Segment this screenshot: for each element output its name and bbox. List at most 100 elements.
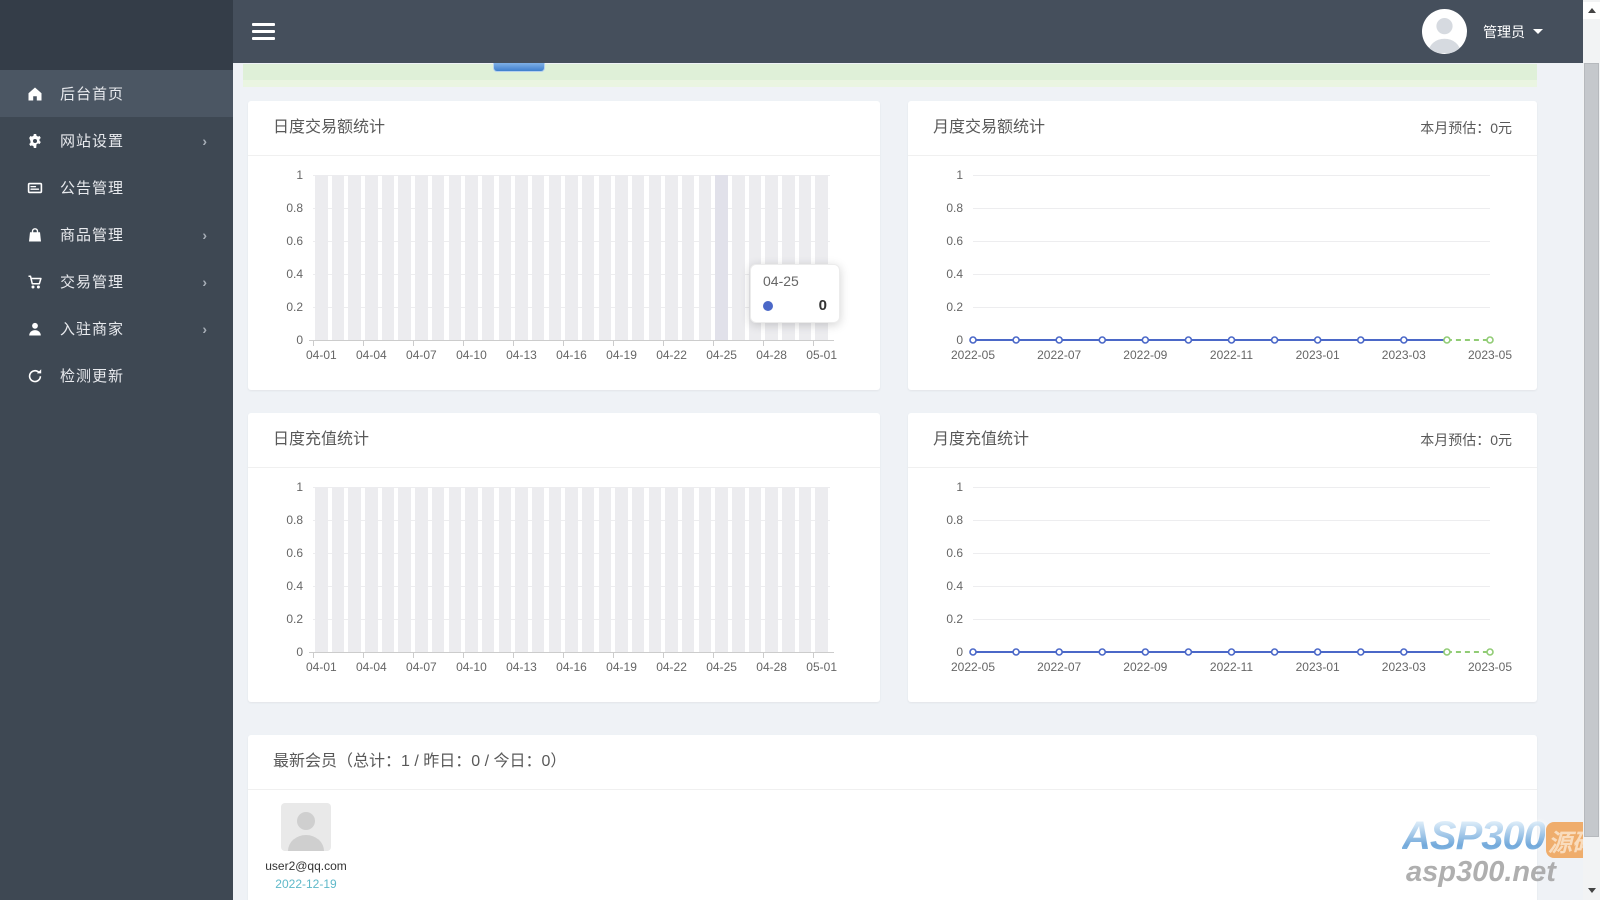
chart-band (782, 487, 795, 652)
x-axis-tick (763, 653, 765, 658)
x-axis-label: 04-10 (456, 660, 487, 674)
card-daily-trade: 日度交易额统计 0 0.2 0.4 0.6 0.8 1 04-01 04-04 04-07 04-… (248, 101, 880, 390)
members-title: 最新会员（总计：1 / 昨日：0 / 今日：0） (273, 753, 567, 770)
x-axis-label: 2023-05 (1467, 660, 1513, 674)
y-axis-label: 0 (956, 645, 963, 659)
sidebar-item-site-settings[interactable]: 网站设置 › (0, 117, 233, 164)
goods-icon (27, 227, 43, 243)
y-axis-label: 0.4 (946, 579, 963, 593)
x-axis-label: 2022-05 (950, 348, 996, 362)
sidebar-item-label: 入驻商家 (60, 321, 125, 338)
x-axis-label: 2022-11 (1209, 660, 1254, 674)
line-series (969, 648, 1494, 656)
chart-band (531, 175, 545, 340)
chart-band (315, 175, 328, 340)
sidebar-item-merchants[interactable]: 入驻商家 › (0, 305, 233, 352)
chart-band (648, 175, 662, 340)
chart-band (732, 487, 745, 652)
tooltip-date: 04-25 (763, 273, 799, 289)
x-axis-line (309, 340, 834, 341)
chart-band (365, 487, 378, 652)
x-axis-label: 2023-01 (1295, 348, 1340, 362)
sidebar-item-check-update[interactable]: 检测更新 (0, 352, 233, 399)
partial-button[interactable] (493, 63, 545, 72)
y-axis-label: 0.2 (946, 612, 963, 626)
monthly-trade-chart[interactable]: 0 0.2 0.4 0.6 0.8 1 2022-05 2022-07 2022-09 2022-… (908, 101, 1537, 390)
y-axis-label: 0.6 (946, 234, 963, 248)
member-date[interactable]: 2022-12-19 (256, 877, 356, 891)
y-axis-label: 1 (956, 480, 963, 494)
x-axis-label: 2022-09 (1123, 348, 1168, 362)
sidebar-item-goods[interactable]: 商品管理 › (0, 211, 233, 258)
chart-band (515, 487, 528, 652)
chart-band (398, 175, 411, 340)
chart-band (381, 487, 395, 652)
x-axis-tick (513, 341, 515, 346)
scroll-up-icon[interactable] (1583, 2, 1600, 19)
card-header: 最新会员（总计：1 / 昨日：0 / 今日：0） (248, 735, 1537, 790)
chevron-right-icon: › (202, 273, 207, 290)
x-axis-tick (413, 341, 415, 346)
x-axis-label: 2023-01 (1295, 660, 1340, 674)
x-axis-label: 04-22 (656, 348, 687, 362)
chart-band (315, 487, 328, 652)
x-axis-label: 04-13 (506, 348, 537, 362)
y-axis-label: 1 (296, 480, 303, 494)
chart-band (398, 487, 411, 652)
sidebar-item-trade[interactable]: 交易管理 › (0, 258, 233, 305)
sidebar-item-home[interactable]: 后台首页 (0, 70, 233, 117)
scrollbar[interactable] (1583, 0, 1600, 900)
hamburger-icon[interactable] (252, 23, 275, 40)
x-axis-tick (813, 653, 815, 658)
chart-band (631, 175, 645, 340)
chart-band (415, 175, 428, 340)
chart-band (765, 487, 778, 652)
chart-band (681, 175, 695, 340)
tooltip-row: 0 (763, 297, 827, 314)
y-axis-label: 0.6 (286, 546, 303, 560)
x-axis-label: 04-28 (756, 348, 787, 362)
x-axis-tick (613, 341, 615, 346)
x-axis-label: 2022-09 (1123, 660, 1168, 674)
x-axis-label: 2022-11 (1209, 348, 1254, 362)
y-axis-label: 0.8 (946, 513, 963, 527)
daily-recharge-chart[interactable]: 0 0.2 0.4 0.6 0.8 1 04-01 04-04 04-07 04-10 04-13 0… (248, 413, 880, 702)
x-axis-label: 04-04 (356, 660, 387, 674)
sidebar-item-label: 网站设置 (60, 133, 125, 150)
user-menu[interactable]: 管理员 (1422, 0, 1543, 63)
user-name: 管理员 (1483, 23, 1525, 40)
chart-band (698, 175, 712, 340)
success-alert (243, 64, 1537, 87)
x-axis-label: 04-07 (406, 348, 437, 362)
member-item: user2@qq.com 2022-12-19 (256, 803, 356, 891)
x-axis-label: 04-01 (305, 660, 337, 674)
x-axis-label: 04-25 (706, 660, 737, 674)
sidebar-item-label: 公告管理 (60, 180, 125, 197)
monthly-recharge-chart[interactable]: 0 0.2 0.4 0.6 0.8 1 2022-05 2022-07 2022-09 2022-… (908, 413, 1537, 702)
chart-band (565, 175, 578, 340)
scrollbar-thumb[interactable] (1584, 63, 1599, 837)
chart-band (448, 175, 461, 340)
chevron-right-icon: › (202, 320, 207, 337)
y-axis-label: 0.2 (946, 300, 963, 314)
scroll-down-icon[interactable] (1583, 882, 1600, 899)
chart-band (365, 175, 378, 340)
daily-trade-chart[interactable]: 0 0.2 0.4 0.6 0.8 1 04-01 04-04 04-07 04-10 04-13 0… (248, 101, 880, 390)
chart-band (598, 487, 612, 652)
chart-band (548, 487, 562, 652)
x-axis-tick (463, 341, 465, 346)
sidebar-item-label: 交易管理 (60, 274, 125, 291)
x-axis-tick (563, 653, 565, 658)
x-axis-label: 04-01 (305, 348, 337, 362)
y-axis-label: 0 (956, 333, 963, 347)
admin-dashboard: 后台首页 网站设置 › 公告管理 商品管理 › 交易管理 › 入驻商家 › 检测更新 管理员 日度交… (0, 0, 1600, 900)
card-monthly-trade: 月度交易额统计 本月预估：0元 0 0.2 0.4 0.6 0.8 1 2022-05 202… (908, 101, 1537, 390)
sidebar-item-announcements[interactable]: 公告管理 (0, 164, 233, 211)
x-axis-line (309, 652, 834, 653)
x-axis-tick (763, 341, 765, 346)
chart-band (598, 175, 612, 340)
y-axis-label: 0.4 (286, 579, 303, 593)
chart-band (665, 487, 678, 652)
chart-band (431, 175, 445, 340)
chart-band (615, 487, 628, 652)
